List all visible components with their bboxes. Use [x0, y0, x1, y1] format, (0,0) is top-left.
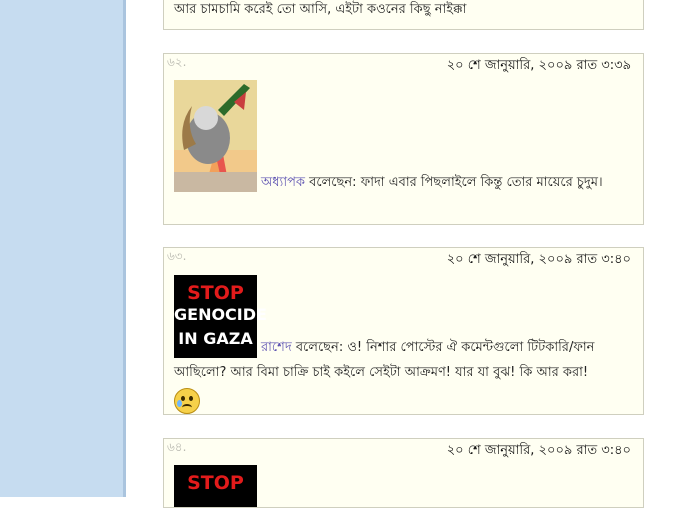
genocide-text: GENOCIDE [174, 305, 267, 324]
comment-text: আর চামচামি করেই তো আসি, এইটা কওনের কিছু … [174, 2, 467, 17]
comment-body: ও! নিশার পোস্টের ঐ কমেন্টগুলো টিটকারি/ফা… [174, 340, 595, 380]
comment-61: আর চামচামি করেই তো আসি, এইটা কওনের কিছু … [163, 0, 644, 30]
avatar: STOP [174, 465, 257, 507]
stop-text: STOP [187, 282, 244, 304]
comment-date: ২০ শে জানুয়ারি, ২০০৯ রাত ৩:৩৯ [446, 58, 631, 73]
says-label: বলেছেন: [295, 340, 344, 355]
comment-number: ৬৪. [167, 440, 187, 454]
comment-date: ২০ শে জানুয়ারি, ২০০৯ রাত ৩:৪০ [446, 443, 631, 458]
left-sidebar-background [0, 0, 123, 497]
comment-text: অধ্যাপক বলেছেন: ফাদা এবার পিছলাইলে কিন্ত… [174, 170, 629, 195]
comment-number: ৬৩. [167, 249, 187, 263]
comment-number: ৬২. [167, 55, 187, 69]
comment-64: ৬৪. ২০ শে জানুয়ারি, ২০০৯ রাত ৩:৪০ STOP [163, 438, 644, 508]
stop-text: STOP [187, 472, 244, 494]
author-link[interactable]: অধ্যাপক [261, 175, 305, 190]
comment-62: ৬২. ২০ শে জানুয়ারি, ২০০৯ রাত ৩:৩৯ অধ্যা… [163, 53, 644, 225]
crying-emoticon-icon [174, 388, 200, 414]
comment-text: রাশেদ বলেছেন: ও! নিশার পোস্টের ঐ কমেন্টগ… [174, 335, 629, 414]
says-label: বলেছেন: [309, 175, 357, 190]
comment-body: ফাদা এবার পিছলাইলে কিন্তু তোর মায়েরে চু… [360, 175, 603, 190]
author-link[interactable]: রাশেদ [261, 340, 292, 355]
comment-63: ৬৩. ২০ শে জানুয়ারি, ২০০৯ রাত ৩:৪০ STOP … [163, 247, 644, 415]
comment-date: ২০ শে জানুয়ারি, ২০০৯ রাত ৩:৪০ [446, 252, 631, 267]
